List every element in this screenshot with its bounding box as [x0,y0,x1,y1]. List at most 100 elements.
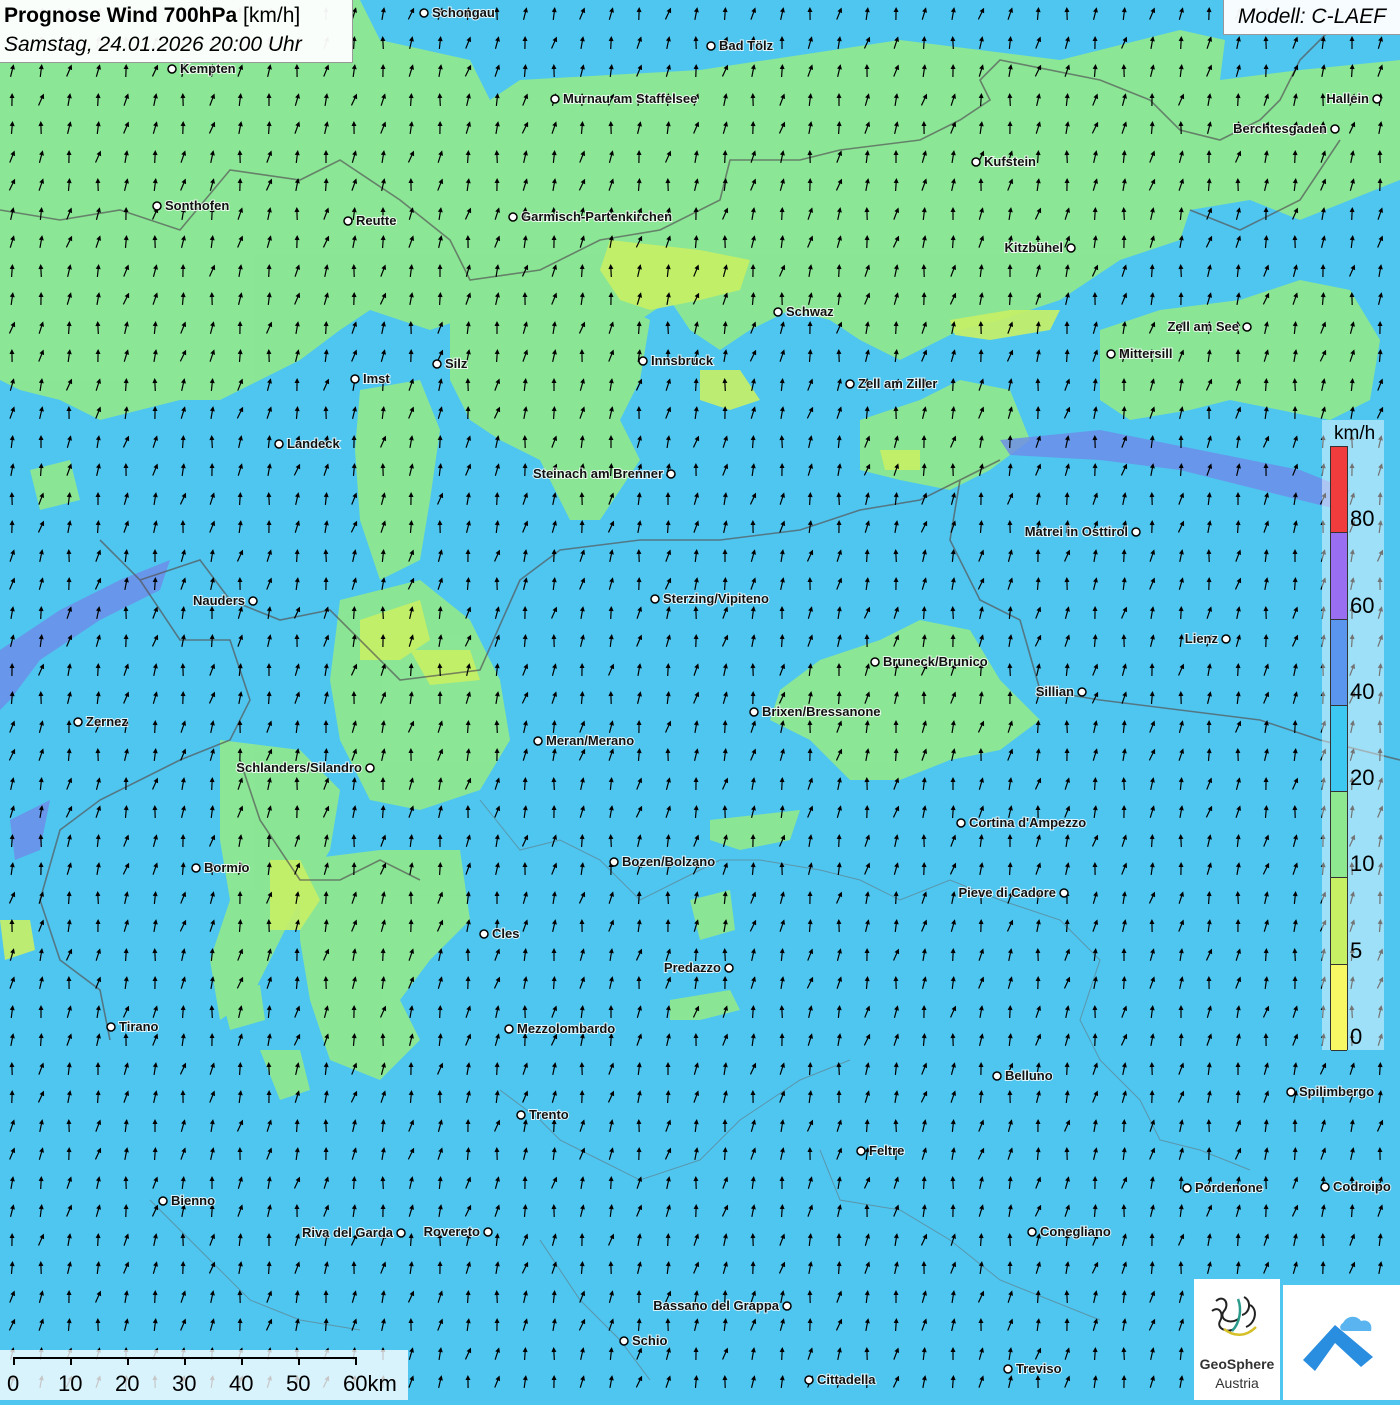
city-marker: Steinach am Brenner [533,466,675,481]
city-dot [1060,889,1068,897]
city-dot [153,202,161,210]
legend-segment [1331,878,1347,964]
city-label: Trento [529,1107,569,1122]
city-dot [783,1302,791,1310]
city-marker: Brixen/Bressanone [750,704,881,719]
geosphere-logo-box: GeoSphere Austria [1194,1279,1280,1400]
city-label: Silz [445,356,468,371]
city-dot [249,597,257,605]
city-label: Lienz [1185,631,1219,646]
city-label: Sonthofen [165,198,229,213]
city-label: Bruneck/Brunico [883,654,988,669]
scale-tick [127,1357,129,1365]
city-marker: Garmisch-Partenkirchen [509,209,672,224]
legend-segment [1331,447,1347,533]
forecast-datetime: Samstag, 24.01.2026 20:00 Uhr [4,33,302,57]
scale-tick [13,1357,15,1365]
legend-unit: km/h [1334,423,1375,445]
city-marker: Schongau [420,5,495,20]
city-label: Feltre [869,1143,904,1158]
city-marker: Meran/Merano [534,733,634,748]
city-label: Zell am Ziller [858,376,937,391]
city-label: Nauders [193,593,245,608]
city-label: Riva del Garda [302,1225,394,1240]
city-label: Pordenone [1195,1180,1263,1195]
geosphere-logo-icon [1194,1279,1280,1359]
city-label: Zell am See [1167,319,1239,334]
city-label: Schlanders/Silandro [236,760,362,775]
city-dot [1107,350,1115,358]
city-marker: Cortina d'Ampezzo [957,815,1086,830]
logo-text-geosphere: GeoSphere [1194,1356,1280,1372]
city-dot [1078,688,1086,696]
wind-forecast-map: SchongauBad TölzKemptenMurnau am Staffel… [0,0,1400,1400]
city-marker: Sonthofen [153,198,229,213]
legend-segment [1331,620,1347,706]
legend-tick-label: 5 [1350,938,1362,964]
scale-tick [355,1357,357,1365]
city-dot [972,158,980,166]
legend-tick-label: 0 [1350,1024,1362,1050]
city-marker: Mezzolombardo [505,1021,615,1036]
city-label: Bozen/Bolzano [622,854,715,869]
city-dot [107,1023,115,1031]
city-dot [957,819,965,827]
city-label: Landeck [287,436,341,451]
map-title-bold: Prognose Wind 700hPa [4,4,237,27]
city-marker: Schlanders/Silandro [236,760,374,775]
city-dot [1321,1183,1329,1191]
city-label: Treviso [1016,1361,1062,1376]
city-marker: Bozen/Bolzano [610,854,715,869]
legend-tick-label: 20 [1350,765,1374,791]
city-dot [168,65,176,73]
city-label: Bormio [204,860,250,875]
city-marker: Pordenone [1183,1180,1263,1195]
city-dot [484,1228,492,1236]
city-dot [639,357,647,365]
city-label: Murnau am Staffelsee [563,91,697,106]
legend-tick-label: 10 [1350,851,1374,877]
scale-tick [70,1357,72,1365]
city-label: Conegliano [1040,1224,1111,1239]
city-marker: Berchtesgaden [1233,121,1339,136]
city-dot [871,658,879,666]
city-marker: Pieve di Cadore [958,885,1068,900]
weather-app-logo-box [1283,1285,1400,1400]
city-dot [1243,323,1251,331]
city-label: Bassano del Grappa [653,1298,779,1313]
city-label: Schio [632,1333,667,1348]
city-label: Cittadella [817,1372,876,1387]
scale-tick [241,1357,243,1365]
city-label: Steinach am Brenner [533,466,663,481]
city-dot [750,708,758,716]
scale-label: 40 [229,1371,253,1397]
city-label: Kufstein [984,154,1036,169]
city-label: Codroipo [1333,1179,1391,1194]
city-dot [610,858,618,866]
city-label: Pieve di Cadore [958,885,1056,900]
city-dot [846,380,854,388]
city-marker: Bassano del Grappa [653,1298,791,1313]
city-label: Sterzing/Vipiteno [663,591,769,606]
city-dot [74,718,82,726]
city-label: Hallein [1326,91,1369,106]
city-label: Zernez [86,714,128,729]
city-dot [1028,1228,1036,1236]
city-marker: Zell am Ziller [846,376,937,391]
city-dot [517,1111,525,1119]
logo-text-austria: Austria [1194,1375,1280,1391]
city-label: Sillian [1036,684,1074,699]
city-label: Innsbruck [651,353,714,368]
scale-label: 60km [343,1371,397,1397]
city-dot [275,440,283,448]
city-label: Kempten [180,61,236,76]
city-label: Predazzo [664,960,721,975]
city-label: Mezzolombardo [517,1021,615,1036]
city-marker: Sterzing/Vipiteno [651,591,769,606]
city-label: Reutte [356,213,396,228]
city-dot [192,864,200,872]
city-dot [351,375,359,383]
city-marker: Conegliano [1028,1224,1111,1239]
city-dot [620,1337,628,1345]
city-label: Schwaz [786,304,834,319]
